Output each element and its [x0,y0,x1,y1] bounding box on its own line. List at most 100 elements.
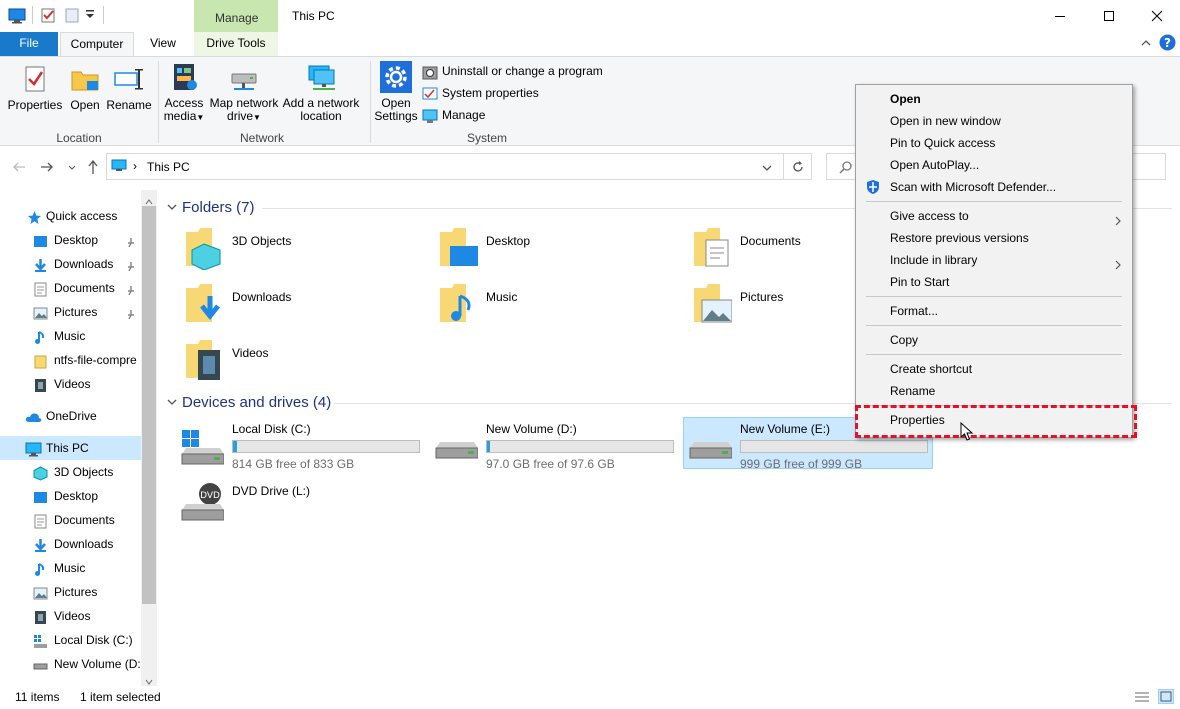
rename-label: Rename [106,98,152,112]
nav-quick-pictures[interactable]: Pictures [0,300,140,324]
nav-scrollbar[interactable] [141,190,157,686]
help-icon[interactable]: ? [1159,34,1176,51]
nav-pc-desktop[interactable]: Desktop [0,484,140,508]
collapse-group-chevron-icon[interactable] [166,202,178,212]
folder-tile-videos[interactable]: Videos [184,338,424,386]
nav-onedrive[interactable]: OneDrive [0,404,140,428]
folder-name: Videos [232,346,269,360]
menu-item-open-new-window[interactable]: Open in new window [856,110,1132,132]
menu-item-create-shortcut[interactable]: Create shortcut [856,358,1132,380]
nav-pc-pictures[interactable]: Pictures [0,580,140,604]
tab-computer[interactable]: Computer [60,32,134,57]
drive-tile-d[interactable]: New Volume (D:) 97.0 GB free of 97.6 GB [430,420,680,474]
menu-item-format[interactable]: Format... [856,300,1132,322]
video-film-icon [33,377,48,392]
nav-quick-videos[interactable]: Videos [0,372,140,396]
pin-icon[interactable] [126,233,136,248]
close-icon[interactable] [1149,8,1165,24]
folder-tile-downloads[interactable]: Downloads [184,282,424,330]
new-folder-qat-icon[interactable] [64,7,80,23]
large-icons-view-icon[interactable] [1158,689,1174,704]
manage-button[interactable]: Manage [422,107,485,125]
pin-icon[interactable] [126,305,136,320]
menu-separator [866,354,1122,355]
scroll-up-icon[interactable] [145,194,153,205]
nav-quick-access[interactable]: Quick access [0,204,140,228]
address-path[interactable]: This PC [147,160,190,174]
up-arrow-icon[interactable] [86,159,100,175]
folder-tile-music[interactable]: Music [438,282,678,330]
nav-this-pc[interactable]: This PC [0,436,142,460]
nav-quick-music[interactable]: Music [0,324,140,348]
nav-pc-local-disk-c[interactable]: Local Disk (C:) [0,628,140,652]
access-media-label-2: media [163,109,197,123]
menu-item-pin-start[interactable]: Pin to Start [856,271,1132,293]
drive-tile-dvd[interactable]: DVD DVD Drive (L:) [176,480,426,534]
open-button[interactable]: Open [66,63,104,112]
qat-dropdown-icon[interactable] [85,8,95,20]
menu-item-restore-versions[interactable]: Restore previous versions [856,227,1132,249]
drive-tile-c[interactable]: Local Disk (C:) 814 GB free of 833 GB [176,420,426,474]
scroll-down-icon[interactable] [145,674,153,685]
navigation-pane: Quick access Desktop Downloads Documents… [0,190,157,686]
uninstall-program-button[interactable]: Uninstall or change a program [422,63,603,81]
nav-quick-ntfs-folder[interactable]: ntfs-file-compre [0,348,140,372]
drive-free-space: 999 GB free of 999 GB [740,457,863,471]
nav-pc-3d-objects[interactable]: 3D Objects [0,460,140,484]
access-media-button[interactable]: Access media▼ [162,61,206,124]
add-network-location-button[interactable]: Add a network location [282,61,360,123]
properties-button[interactable]: Properties [6,63,64,112]
nav-pc-videos[interactable]: Videos [0,604,140,628]
back-arrow-icon[interactable] [12,160,26,174]
menu-label: Restore previous versions [890,231,1029,245]
system-properties-button[interactable]: System properties [422,85,539,103]
menu-item-open-autoplay[interactable]: Open AutoPlay... [856,154,1132,176]
rename-button[interactable]: Rename [106,63,152,112]
address-dropdown-icon[interactable] [761,162,773,172]
nav-label: Desktop [54,233,99,247]
nav-pc-documents[interactable]: Documents [0,508,140,532]
forward-arrow-icon[interactable] [40,160,54,174]
menu-item-pin-quick-access[interactable]: Pin to Quick access [856,132,1132,154]
menu-item-scan-defender[interactable]: Scan with Microsoft Defender... [856,176,1132,198]
menu-item-include-library[interactable]: Include in library [856,249,1132,271]
collapse-group-chevron-icon[interactable] [166,397,178,407]
nav-pc-music[interactable]: Music [0,556,140,580]
properties-qat-icon[interactable] [40,7,56,23]
drive-usage-bar [232,440,420,453]
refresh-button[interactable] [784,153,812,180]
nav-quick-downloads[interactable]: Downloads [0,252,140,276]
nav-quick-desktop[interactable]: Desktop [0,228,140,252]
folder-tile-desktop[interactable]: Desktop [438,226,678,274]
ribbon-separator [158,61,159,143]
nav-scrollbar-thumb[interactable] [142,206,156,604]
nav-quick-documents[interactable]: Documents [0,276,140,300]
menu-item-open[interactable]: Open [856,88,1132,110]
nav-pc-downloads[interactable]: Downloads [0,532,140,556]
nav-pc-new-volume-d[interactable]: New Volume (D: [0,652,140,676]
tab-drive-tools[interactable]: Drive Tools [194,32,278,56]
breadcrumb-separator-icon: › [133,159,137,173]
collapse-ribbon-icon[interactable] [1140,37,1152,49]
tab-file[interactable]: File [0,32,58,56]
document-icon [33,281,48,297]
minimize-icon[interactable] [1052,8,1068,24]
address-bar[interactable]: › This PC [106,153,784,180]
manage-tab-header[interactable]: Manage [194,0,278,32]
menu-item-rename[interactable]: Rename [856,380,1132,402]
window-title: This PC [292,9,335,23]
menu-item-give-access[interactable]: Give access to [856,205,1132,227]
details-view-icon[interactable] [1134,690,1150,704]
music-note-icon [33,329,48,344]
folder-tile-3d-objects[interactable]: 3D Objects [184,226,424,274]
folders-header[interactable]: Folders (7) [182,199,255,216]
pin-icon[interactable] [126,281,136,296]
devices-header[interactable]: Devices and drives (4) [182,394,331,411]
menu-item-copy[interactable]: Copy [856,329,1132,351]
pin-icon[interactable] [126,257,136,272]
tab-view[interactable]: View [138,32,188,56]
open-settings-button[interactable]: Open Settings [374,61,418,123]
maximize-icon[interactable] [1101,8,1117,24]
recent-locations-chevron-icon[interactable] [67,162,77,172]
map-network-drive-button[interactable]: Map network drive▼ [208,61,280,124]
